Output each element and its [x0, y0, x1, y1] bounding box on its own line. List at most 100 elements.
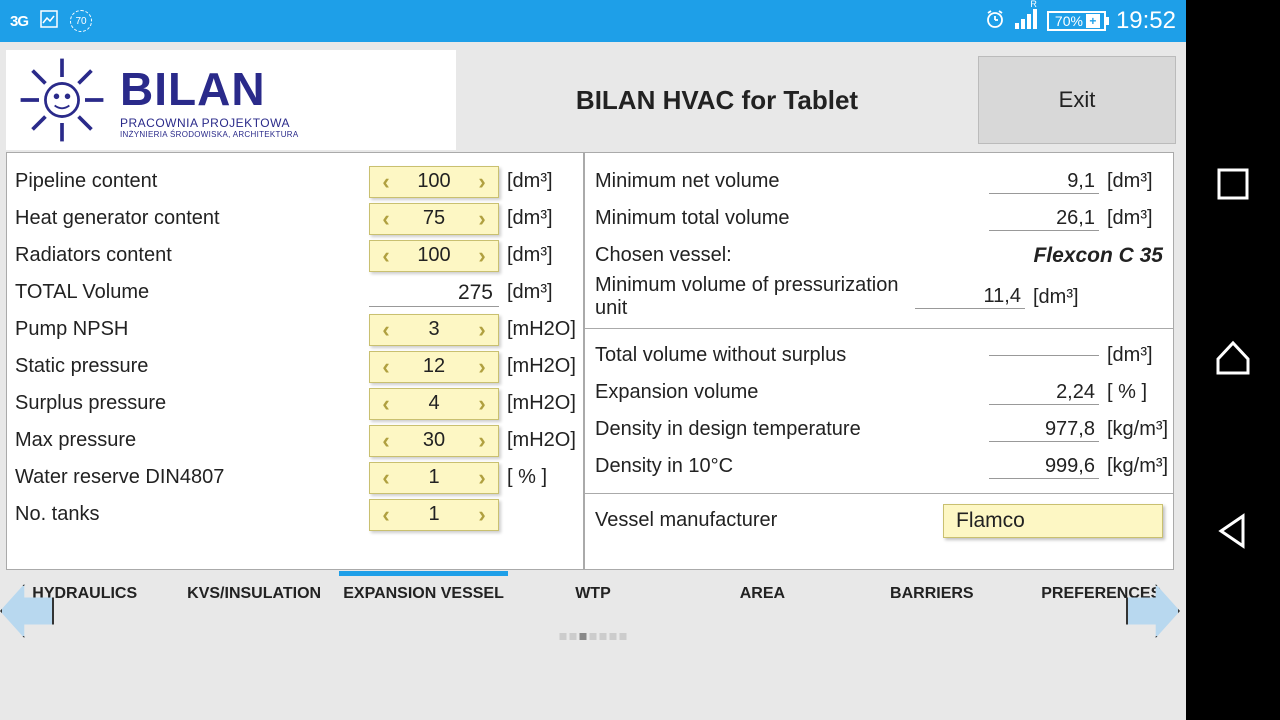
output-label: Minimum volume of pressurization unit — [595, 274, 915, 320]
output-value: 9,1 — [989, 170, 1099, 194]
stepper: ‹4› — [369, 388, 499, 420]
input-row: No. tanks‹1› — [15, 496, 575, 533]
stepper-decrement[interactable]: ‹ — [370, 352, 402, 382]
stepper-value[interactable]: 100 — [402, 244, 466, 267]
app-header: BILAN PRACOWNIA PROJEKTOWA INŻYNIERIA ŚR… — [0, 42, 1186, 152]
input-label: TOTAL Volume — [15, 281, 369, 304]
stepper: ‹30› — [369, 425, 499, 457]
unit-label: [kg/m³] — [1099, 418, 1163, 441]
stepper-value[interactable]: 4 — [402, 392, 466, 415]
stepper-value[interactable]: 1 — [402, 503, 466, 526]
input-row: Pipeline content‹100›[dm³] — [15, 163, 575, 200]
manufacturer-label: Vessel manufacturer — [595, 509, 943, 532]
stepper-value[interactable]: 75 — [402, 207, 466, 230]
stepper-value[interactable]: 12 — [402, 355, 466, 378]
unit-label: [ % ] — [499, 466, 575, 489]
stepper-increment[interactable]: › — [466, 463, 498, 493]
unit-label: [mH2O] — [499, 429, 575, 452]
input-label: Pipeline content — [15, 170, 369, 193]
tab-expansion-vessel[interactable]: EXPANSION VESSEL — [339, 571, 508, 617]
stepper-increment[interactable]: › — [466, 315, 498, 345]
input-row: Water reserve DIN4807‹1›[ % ] — [15, 459, 575, 496]
input-row: Pump NPSH‹3›[mH2O] — [15, 311, 575, 348]
chosen-vessel-row: Chosen vessel:Flexcon C 35 — [595, 237, 1163, 274]
output-row: Minimum volume of pressurization unit11,… — [595, 274, 1163, 320]
stepper-value[interactable]: 3 — [402, 318, 466, 341]
stepper-increment[interactable]: › — [466, 389, 498, 419]
stepper: ‹100› — [369, 166, 499, 198]
manufacturer-row: Vessel manufacturerFlamco — [595, 502, 1163, 539]
output-value — [989, 355, 1099, 356]
output-value: 26,1 — [989, 207, 1099, 231]
output-value: 977,8 — [989, 418, 1099, 442]
page-dots — [560, 633, 627, 640]
back-button[interactable] — [1213, 511, 1253, 556]
input-label: Radiators content — [15, 244, 369, 267]
unit-label: [dm³] — [1099, 170, 1163, 193]
stepper-increment[interactable]: › — [466, 241, 498, 271]
output-value: 999,6 — [989, 455, 1099, 479]
tab-kvs-insulation[interactable]: KVS/INSULATION — [169, 571, 338, 617]
manufacturer-select[interactable]: Flamco — [943, 504, 1163, 538]
stepper-decrement[interactable]: ‹ — [370, 463, 402, 493]
android-nav-bar — [1186, 0, 1280, 720]
stepper-increment[interactable]: › — [466, 167, 498, 197]
unit-label: [kg/m³] — [1099, 455, 1163, 478]
tab-wtp[interactable]: WTP — [508, 571, 677, 617]
unit-label: [dm³] — [499, 281, 575, 304]
input-row: TOTAL Volume275[dm³] — [15, 274, 575, 311]
output-row: Minimum total volume26,1[dm³] — [595, 200, 1163, 237]
stepper-decrement[interactable]: ‹ — [370, 167, 402, 197]
stepper-decrement[interactable]: ‹ — [370, 241, 402, 271]
input-label: Max pressure — [15, 429, 369, 452]
stepper-increment[interactable]: › — [466, 204, 498, 234]
signal-icon: R — [1015, 9, 1037, 33]
input-label: No. tanks — [15, 503, 369, 526]
unit-label: [dm³] — [499, 207, 575, 230]
output-value: 2,24 — [989, 381, 1099, 405]
stepper-decrement[interactable]: ‹ — [370, 426, 402, 456]
stepper-increment[interactable]: › — [466, 352, 498, 382]
unit-label: [dm³] — [1099, 344, 1163, 367]
input-panel: Pipeline content‹100›[dm³]Heat generator… — [6, 152, 584, 570]
stepper-value[interactable]: 100 — [402, 170, 466, 193]
input-row: Static pressure‹12›[mH2O] — [15, 348, 575, 385]
input-label: Pump NPSH — [15, 318, 369, 341]
unit-label: [dm³] — [1099, 207, 1163, 230]
output-label: Total volume without surplus — [595, 344, 989, 367]
logo: BILAN PRACOWNIA PROJEKTOWA INŻYNIERIA ŚR… — [6, 50, 456, 150]
exit-button[interactable]: Exit — [978, 56, 1176, 144]
stepper: ‹75› — [369, 203, 499, 235]
stepper-decrement[interactable]: ‹ — [370, 389, 402, 419]
stepper: ‹100› — [369, 240, 499, 272]
output-row: Minimum net volume9,1[dm³] — [595, 163, 1163, 200]
input-row: Radiators content‹100›[dm³] — [15, 237, 575, 274]
input-label: Heat generator content — [15, 207, 369, 230]
tab-area[interactable]: AREA — [678, 571, 847, 617]
home-button[interactable] — [1213, 337, 1253, 382]
output-row: Density in 10°C999,6[kg/m³] — [595, 448, 1163, 485]
recent-apps-button[interactable] — [1213, 164, 1253, 209]
stepper: ‹1› — [369, 499, 499, 531]
unit-label: [dm³] — [499, 170, 575, 193]
input-row: Surplus pressure‹4›[mH2O] — [15, 385, 575, 422]
unit-label: [dm³] — [1025, 286, 1089, 309]
unit-label: [ % ] — [1099, 381, 1163, 404]
sun-icon — [16, 54, 108, 146]
stepper-increment[interactable]: › — [466, 500, 498, 530]
stepper-increment[interactable]: › — [466, 426, 498, 456]
android-status-bar: 3G 70 R 70%+ 19:52 — [0, 0, 1186, 42]
stepper-decrement[interactable]: ‹ — [370, 204, 402, 234]
unit-label: [mH2O] — [499, 318, 575, 341]
output-row: Density in design temperature977,8[kg/m³… — [595, 411, 1163, 448]
alarm-icon — [985, 9, 1005, 33]
stepper-decrement[interactable]: ‹ — [370, 315, 402, 345]
readonly-value: 275 — [369, 279, 499, 307]
tab-barriers[interactable]: BARRIERS — [847, 571, 1016, 617]
stepper: ‹3› — [369, 314, 499, 346]
stepper-decrement[interactable]: ‹ — [370, 500, 402, 530]
stepper-value[interactable]: 30 — [402, 429, 466, 452]
stepper-value[interactable]: 1 — [402, 466, 466, 489]
input-label: Water reserve DIN4807 — [15, 466, 369, 489]
input-row: Heat generator content‹75›[dm³] — [15, 200, 575, 237]
